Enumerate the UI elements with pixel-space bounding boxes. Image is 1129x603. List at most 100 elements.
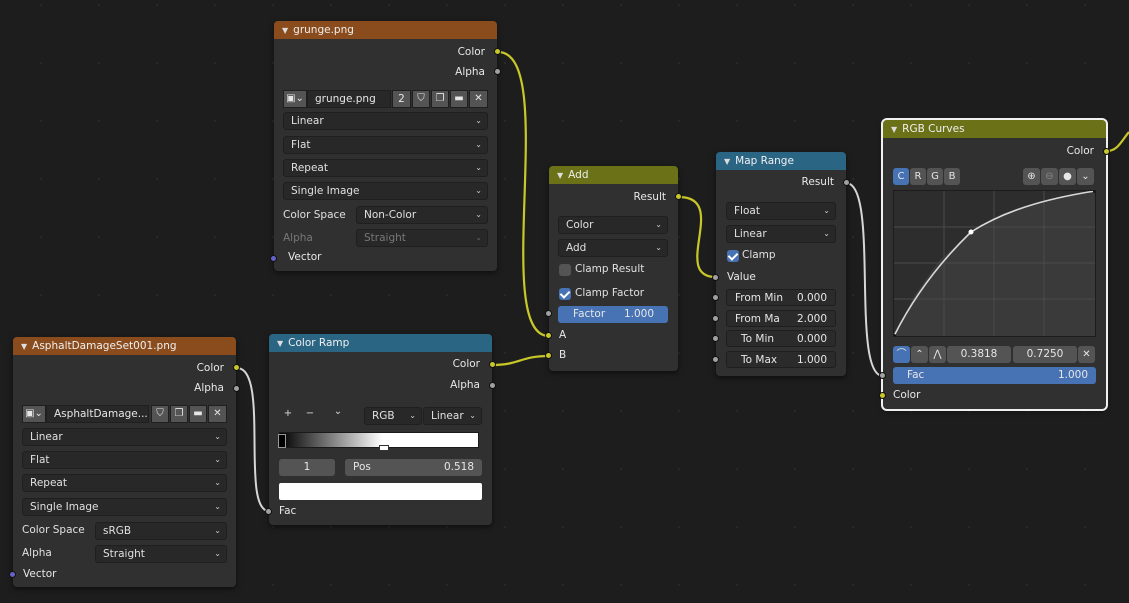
delete-point-close-icon[interactable]: ✕ — [1078, 346, 1095, 363]
clamp-result-checkbox[interactable] — [559, 264, 571, 276]
add-a-input-socket[interactable] — [545, 332, 552, 339]
zoom-out-icon[interactable]: ⊖ — [1041, 168, 1058, 185]
clamp-checkbox[interactable] — [727, 250, 739, 262]
clamp-factor-checkbox[interactable] — [559, 288, 571, 300]
node-header[interactable]: ▼ Add — [549, 166, 678, 184]
point-x-field[interactable]: 0.3818 — [947, 346, 1011, 363]
data-type-dropdown[interactable]: Color ⌄ — [558, 216, 668, 234]
maprange-frommin-input-socket[interactable] — [712, 294, 719, 301]
fac-slider[interactable]: Fac 1.000 — [893, 367, 1096, 384]
duplicate-icon[interactable]: ❐ — [431, 90, 449, 108]
grunge-alpha-output-socket[interactable] — [494, 68, 501, 75]
interpolation-dropdown[interactable]: Linear ⌄ — [22, 428, 227, 446]
stop-marker-active[interactable] — [379, 437, 389, 445]
ramp-alpha-output-socket[interactable] — [489, 382, 496, 389]
ramp-color-output-socket[interactable] — [489, 361, 496, 368]
projection-dropdown[interactable]: Flat ⌄ — [22, 451, 227, 469]
asphalt-image-node[interactable]: ▼ AsphaltDamageSet001.png Color Alpha ▣⌄ … — [13, 337, 236, 587]
curves-color-output-socket[interactable] — [1103, 148, 1110, 155]
collapse-chevron-icon[interactable]: ▼ — [724, 153, 730, 170]
add-stop-icon[interactable]: + — [281, 408, 295, 419]
grunge-color-output-socket[interactable] — [494, 48, 501, 55]
from-max-field[interactable]: From Ma 2.000 — [726, 310, 836, 327]
channel-r-button[interactable]: R — [910, 168, 926, 185]
rgb-curves-node[interactable]: ▼ RGB Curves Color C R G B ⊕ ⊖ ● ⌄ ⌒ ⌃ ⋀ … — [881, 118, 1108, 411]
channel-g-button[interactable]: G — [927, 168, 943, 185]
user-count[interactable]: 2 — [392, 90, 411, 108]
node-header[interactable]: ▼ Color Ramp — [269, 334, 492, 352]
open-folder-icon[interactable]: ▬ — [189, 405, 207, 423]
image-name-field[interactable]: grunge.png — [307, 90, 391, 108]
image-name-field[interactable]: AsphaltDamage... — [46, 405, 149, 423]
unlink-close-icon[interactable]: ✕ — [208, 405, 227, 423]
projection-dropdown[interactable]: Flat ⌄ — [283, 136, 488, 154]
maprange-value-input-socket[interactable] — [712, 274, 719, 281]
stop-position-field[interactable]: Pos 0.518 — [345, 459, 482, 476]
color-space-dropdown[interactable]: sRGB ⌄ — [95, 522, 227, 540]
factor-slider[interactable]: Factor 1.000 — [558, 306, 668, 323]
collapse-chevron-icon[interactable]: ▼ — [891, 121, 897, 138]
data-type-dropdown[interactable]: Float ⌄ — [726, 202, 836, 220]
duplicate-icon[interactable]: ❐ — [170, 405, 188, 423]
blend-mode-dropdown[interactable]: Add ⌄ — [558, 239, 668, 257]
maprange-tomin-input-socket[interactable] — [712, 335, 719, 342]
handle-auto-icon[interactable]: ⌒ — [893, 346, 910, 363]
curve-tools-icon[interactable]: ● — [1059, 168, 1076, 185]
collapse-chevron-icon[interactable]: ▼ — [282, 22, 288, 39]
grunge-vector-input-socket[interactable] — [270, 255, 277, 262]
collapse-chevron-icon[interactable]: ▼ — [277, 335, 283, 352]
extension-dropdown[interactable]: Repeat ⌄ — [283, 159, 488, 177]
unlink-close-icon[interactable]: ✕ — [469, 90, 488, 108]
ramp-menu-chevron-icon[interactable]: ⌄ — [331, 406, 345, 417]
node-header[interactable]: ▼ grunge.png — [274, 21, 497, 39]
fake-user-shield-icon[interactable]: ⛉ — [151, 405, 169, 423]
add-factor-input-socket[interactable] — [545, 310, 552, 317]
collapse-chevron-icon[interactable]: ▼ — [21, 338, 27, 355]
grunge-image-node[interactable]: ▼ grunge.png Color Alpha ▣⌄ grunge.png 2 … — [274, 21, 497, 271]
add-result-output-socket[interactable] — [675, 193, 682, 200]
source-dropdown[interactable]: Single Image ⌄ — [22, 498, 227, 516]
from-min-field[interactable]: From Min 0.000 — [726, 289, 836, 306]
handle-vector-icon[interactable]: ⌃ — [911, 346, 928, 363]
interpolation-dropdown[interactable]: Linear ⌄ — [423, 407, 482, 425]
color-mode-dropdown[interactable]: RGB ⌄ — [364, 407, 422, 425]
add-b-input-socket[interactable] — [545, 352, 552, 359]
handle-free-icon[interactable]: ⋀ — [929, 346, 946, 363]
node-header[interactable]: ▼ AsphaltDamageSet001.png — [13, 337, 236, 355]
asphalt-alpha-output-socket[interactable] — [233, 385, 240, 392]
asphalt-vector-input-socket[interactable] — [9, 571, 16, 578]
curve-menu-chevron-icon[interactable]: ⌄ — [1077, 168, 1094, 185]
map-range-node[interactable]: ▼ Map Range Result Float ⌄ Linear ⌄ Clamp V… — [716, 152, 846, 376]
fake-user-shield-icon[interactable]: ⛉ — [412, 90, 430, 108]
collapse-chevron-icon[interactable]: ▼ — [557, 167, 563, 184]
channel-b-button[interactable]: B — [944, 168, 960, 185]
extension-dropdown[interactable]: Repeat ⌄ — [22, 474, 227, 492]
interpolation-dropdown[interactable]: Linear ⌄ — [726, 225, 836, 243]
node-header[interactable]: ▼ RGB Curves — [883, 120, 1106, 138]
open-folder-icon[interactable]: ▬ — [450, 90, 468, 108]
alpha-mode-dropdown[interactable]: Straight ⌄ — [95, 545, 227, 563]
ramp-fac-input-socket[interactable] — [265, 508, 272, 515]
remove-stop-icon[interactable]: − — [303, 408, 317, 419]
color-ramp-node[interactable]: ▼ Color Ramp Color Alpha + − ⌄ RGB ⌄ Linea… — [269, 334, 492, 525]
asphalt-color-output-socket[interactable] — [233, 364, 240, 371]
maprange-tomax-input-socket[interactable] — [712, 356, 719, 363]
active-stop-index[interactable]: 1 — [279, 459, 335, 476]
channel-c-button[interactable]: C — [893, 168, 909, 185]
interpolation-dropdown[interactable]: Linear ⌄ — [283, 112, 488, 130]
add-mix-node[interactable]: ▼ Add Result Color ⌄ Add ⌄ Clamp Result Cla… — [549, 166, 678, 371]
to-max-field[interactable]: To Max 1.000 — [726, 351, 836, 368]
image-browse-icon[interactable]: ▣⌄ — [283, 90, 307, 108]
curves-fac-input-socket[interactable] — [879, 372, 886, 379]
point-y-field[interactable]: 0.7250 — [1013, 346, 1077, 363]
to-min-field[interactable]: To Min 0.000 — [726, 330, 836, 347]
source-dropdown[interactable]: Single Image ⌄ — [283, 182, 488, 200]
curves-color-input-socket[interactable] — [879, 392, 886, 399]
maprange-frommax-input-socket[interactable] — [712, 315, 719, 322]
maprange-result-output-socket[interactable] — [843, 179, 850, 186]
stop-color-swatch[interactable] — [279, 483, 482, 500]
curve-graph[interactable] — [893, 190, 1096, 337]
zoom-in-icon[interactable]: ⊕ — [1023, 168, 1040, 185]
stop-marker-black[interactable] — [278, 434, 286, 448]
node-header[interactable]: ▼ Map Range — [716, 152, 846, 170]
